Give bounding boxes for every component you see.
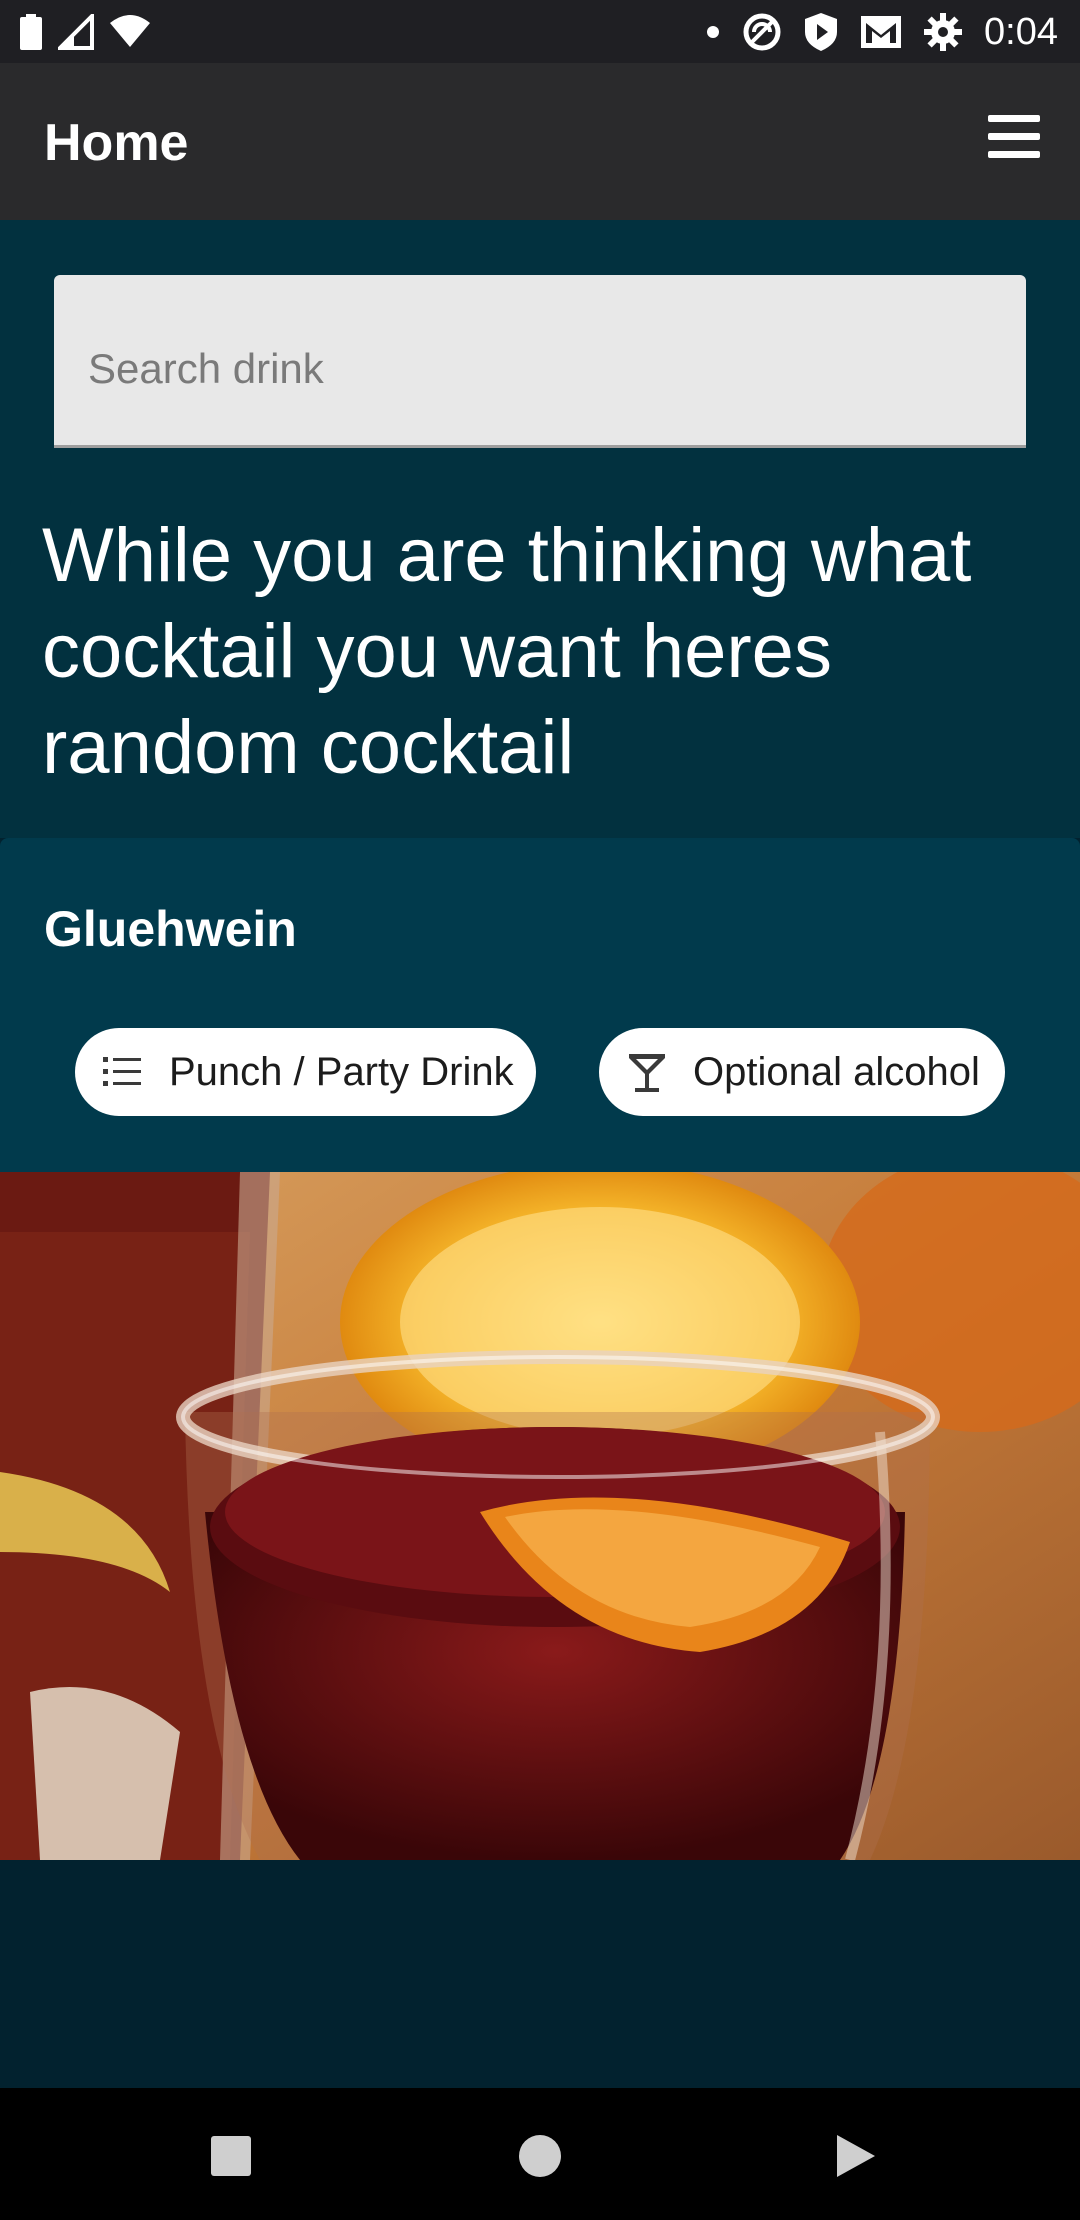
status-bar: 0:04 (0, 0, 1080, 63)
sync-icon (743, 13, 781, 51)
page-background (0, 1860, 1080, 2088)
page-title: Home (44, 114, 189, 172)
cocktail-name: Gluehwein (44, 901, 297, 957)
app-bar: Home (0, 63, 1080, 220)
dot-icon (707, 26, 720, 38)
settings-icon (924, 13, 963, 51)
status-right-icons: 0:04 (706, 8, 1058, 56)
battery-icon (20, 14, 42, 50)
cocktail-glass-icon (629, 1054, 665, 1092)
wifi-icon (110, 15, 150, 47)
gmail-icon (861, 16, 902, 48)
navigation-bar (0, 2088, 1080, 2220)
search-field[interactable] (54, 275, 1026, 448)
search-input[interactable] (54, 275, 1026, 445)
intro-text: While you are thinking what cocktail you… (42, 513, 972, 790)
list-icon (103, 1057, 141, 1086)
home-icon[interactable] (516, 2132, 564, 2180)
status-time: 0:04 (984, 10, 1058, 53)
signal-icon (58, 14, 94, 50)
status-left-icons (20, 14, 150, 50)
category-chip[interactable]: Punch / Party Drink (75, 1028, 536, 1116)
random-cocktail-card[interactable]: Gluehwein Punch / Party Drink Optional a… (0, 838, 1080, 1860)
gluehwein-photo (0, 1172, 1080, 1860)
back-icon[interactable] (831, 2132, 879, 2180)
category-label: Punch / Party Drink (169, 1049, 514, 1094)
alcoholic-chip[interactable]: Optional alcohol (599, 1028, 1005, 1116)
shield-play-icon (805, 13, 838, 51)
hamburger-menu-icon[interactable] (988, 115, 1040, 161)
cocktail-image[interactable] (0, 1172, 1080, 1860)
main-content: While you are thinking what cocktail you… (0, 220, 1080, 838)
recent-apps-icon[interactable] (207, 2132, 255, 2180)
alcoholic-label: Optional alcohol (693, 1049, 980, 1094)
